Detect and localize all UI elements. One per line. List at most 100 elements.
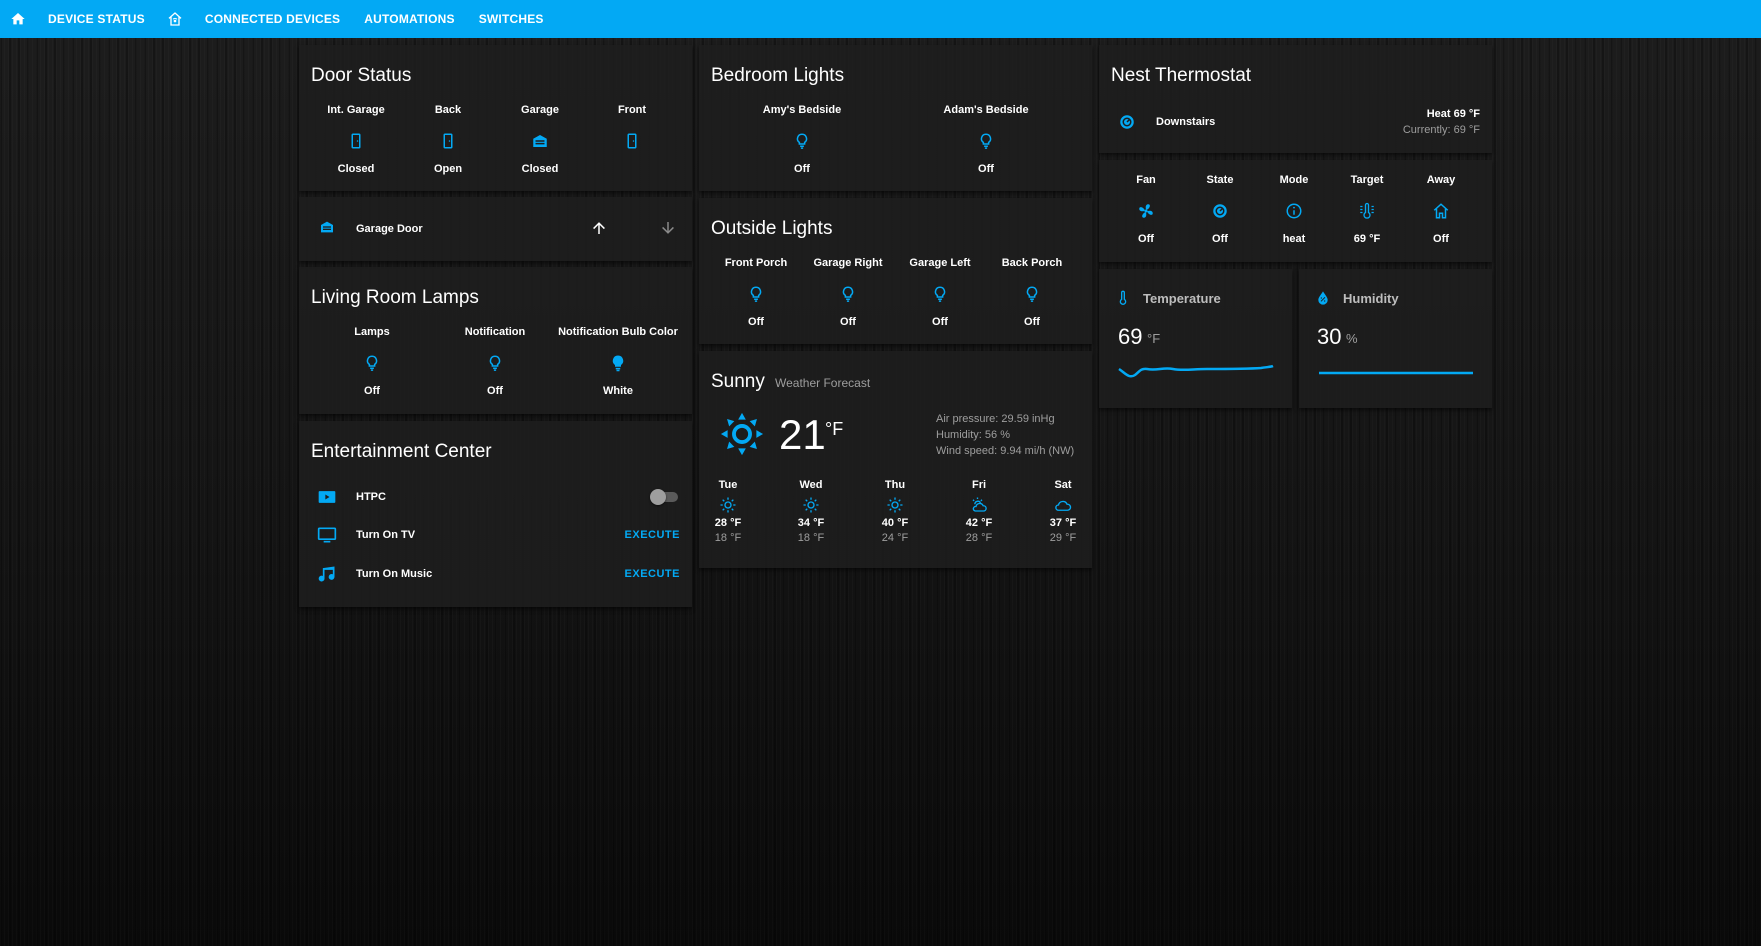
card-title: Entertainment Center [311,441,492,462]
glance-front[interactable]: Front [582,104,682,163]
tab-connected-devices[interactable]: Connected Devices [193,0,352,38]
glance-name: Notification [464,326,526,338]
door-icon [347,132,365,150]
glance-name: Front [617,104,647,116]
entertainment-center-card: Entertainment Center HTPC Turn On TV EXE… [299,421,692,607]
glance-name: Front Porch [724,257,788,269]
humidity-sparkline [1317,359,1475,385]
nest-icon [1118,113,1136,131]
glance-garage-left[interactable]: Garage Left Off [890,257,990,328]
glance-back[interactable]: Back Open [398,104,498,175]
glance-state: Off [1433,233,1449,245]
garage-icon [319,219,339,239]
glance-notification-bulb-color[interactable]: Notification Bulb Color White [558,326,678,397]
toggle-thumb [650,489,666,505]
tv-icon [317,525,337,545]
glance-name: Lamps [354,326,390,338]
forecast-high: 28 °F [714,517,742,529]
execute-button[interactable]: EXECUTE [625,568,680,580]
glance-state: Off [840,316,856,328]
row-label: Turn On Music [356,568,433,580]
row-label: HTPC [356,491,386,503]
forecast-day: Fri 42 °F 28 °F [949,479,1009,544]
glance-notification[interactable]: Notification Off [445,326,545,397]
tab-home-automation[interactable] [157,0,193,38]
thermometer-icon [1115,289,1131,307]
sensor-name: Temperature [1143,291,1221,306]
glance-lamps[interactable]: Lamps Off [322,326,422,397]
current-temperature: 21 [779,411,826,458]
home-icon [10,11,26,27]
sensor-unit: % [1346,331,1358,346]
lightbulb-outline-icon [839,285,857,303]
lightbulb-icon [609,354,627,372]
glance-state: Off [794,163,810,175]
glance-away[interactable]: Away Off [1393,174,1489,245]
forecast-high: 34 °F [797,517,825,529]
turn-on-tv-row: Turn On TV EXECUTE [299,521,692,549]
glance-amys-bedside[interactable]: Amy's Bedside Off [752,104,852,175]
tab-device-status[interactable]: Device Status [36,0,157,38]
home-tab[interactable] [0,0,36,38]
arrow-down-icon[interactable] [659,219,677,237]
glance-adams-bedside[interactable]: Adam's Bedside Off [936,104,1036,175]
tab-automations[interactable]: Automations [352,0,466,38]
tab-switches[interactable]: Switches [467,0,556,38]
glance-name: Adam's Bedside [943,104,1029,116]
forecast-high: 40 °F [881,517,909,529]
glance-name: Back [434,104,462,116]
lightbulb-outline-icon [747,285,765,303]
bedroom-lights-card: Bedroom Lights Amy's Bedside Off Adam's … [699,45,1092,191]
temperature-sensor-card[interactable]: Temperature 69 °F [1099,269,1292,408]
glance-name: Away [1426,174,1456,186]
glance-state: Off [932,316,948,328]
info-icon [1285,202,1303,220]
forecast-day: Sat 37 °F 29 °F [1033,479,1093,544]
nest-thermostat-card: Nest Thermostat Downstairs Heat 69 °F Cu… [1099,45,1492,153]
glance-front-porch[interactable]: Front Porch Off [706,257,806,328]
door-icon [439,132,457,150]
living-room-lamps-card: Living Room Lamps Lamps Off Notification… [299,267,692,414]
nest-icon [1211,202,1229,220]
home-automation-icon [167,11,183,27]
wind-speed: Wind speed: 9.94 mi/h (NW) [936,445,1075,457]
humidity-reading: Humidity: 56 % [936,429,1010,441]
glance-state: Open [433,163,463,175]
forecast-day-name: Tue [718,479,738,491]
sensor-unit: °F [1147,331,1161,346]
music-note-icon [317,564,337,584]
water-percent-icon [1315,289,1331,307]
sensor-name: Humidity [1343,291,1399,306]
play-box-icon [317,487,337,507]
humidity-sensor-card[interactable]: Humidity 30 % [1299,269,1492,408]
glance-state: White [603,385,633,397]
glance-state: Off [487,385,503,397]
htpc-toggle[interactable] [650,489,680,505]
thermostat-name[interactable]: Downstairs [1156,116,1215,128]
fan-icon [1137,202,1155,220]
forecast-low: 28 °F [965,532,993,544]
glance-int-garage[interactable]: Int. Garage Closed [306,104,406,175]
glance-garage-right[interactable]: Garage Right Off [798,257,898,328]
card-title: Nest Thermostat [1111,65,1252,86]
glance-state: Off [748,316,764,328]
execute-button[interactable]: EXECUTE [625,529,680,541]
glance-garage[interactable]: Garage Closed [490,104,590,175]
garage-icon [531,132,549,150]
lightbulb-outline-icon [486,354,504,372]
cloudy-icon [1054,496,1072,514]
door-icon [623,132,641,150]
partly-cloudy-icon [970,496,988,514]
arrow-up-icon[interactable] [590,219,608,237]
glance-state: Off [978,163,994,175]
forecast-day: Thu 40 °F 24 °F [865,479,925,544]
glance-name: Back Porch [1001,257,1063,269]
card-title: Living Room Lamps [311,287,479,308]
lightbulb-outline-icon [977,132,995,150]
glance-name: Garage Right [813,257,883,269]
glance-back-porch[interactable]: Back Porch Off [982,257,1082,328]
thermometer-lines-icon [1358,202,1376,220]
temperature-unit: °F [825,419,844,439]
forecast-low: 18 °F [797,532,825,544]
sunny-icon [886,496,904,514]
